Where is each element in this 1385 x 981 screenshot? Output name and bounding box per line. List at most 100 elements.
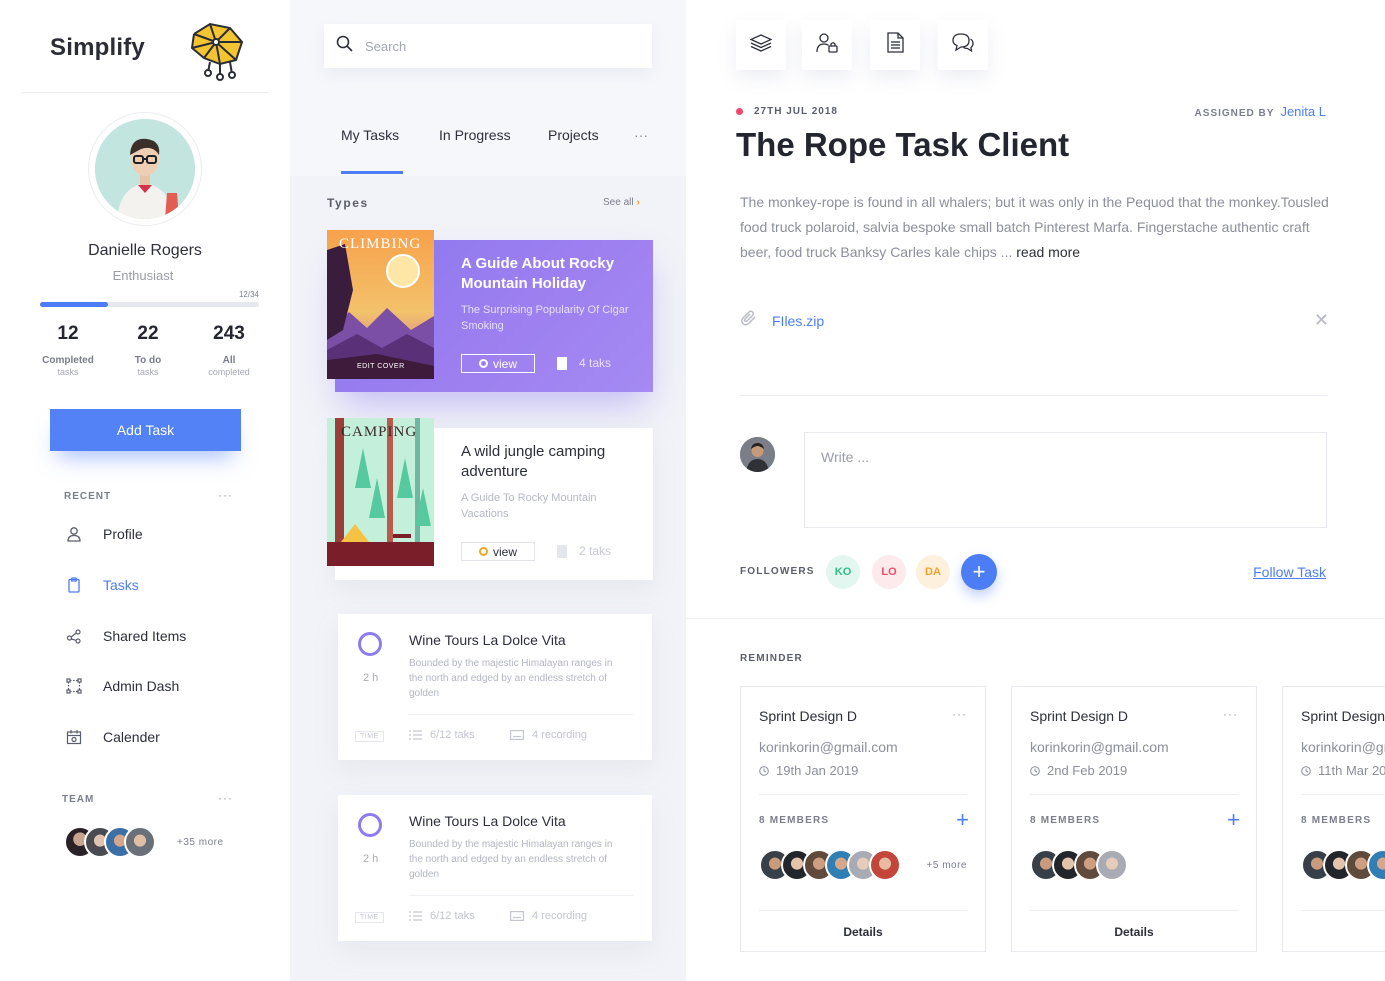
stat-value: 22 <box>137 323 159 344</box>
sidebar-item-shared-items[interactable]: Shared Items <box>62 621 262 651</box>
view-button[interactable]: view <box>461 354 535 373</box>
attachment-name: FIles.zip <box>772 312 825 329</box>
sidebar-item-label: Tasks <box>103 577 139 593</box>
profile-avatar[interactable] <box>88 112 202 226</box>
details-button[interactable]: Details <box>741 925 985 939</box>
view-ring-icon <box>478 547 488 556</box>
task-date: 27TH JUL 2018 <box>736 106 838 117</box>
user-lock-button[interactable] <box>802 20 852 70</box>
card-divider <box>1301 794 1385 795</box>
sidebar-item-tasks[interactable]: Tasks <box>62 570 262 600</box>
stat-todo: 22 To do tasks <box>108 323 188 377</box>
task-hours: 2 h <box>363 853 379 865</box>
team-more[interactable]: +35 more <box>177 837 224 848</box>
avatar <box>1096 849 1128 881</box>
follower-chip[interactable]: KO <box>826 555 860 589</box>
task-card[interactable]: 2 h Wine Tours La Dolce Vita Bounded by … <box>338 614 652 760</box>
search-icon <box>336 35 353 57</box>
member-avatars[interactable] <box>759 849 901 881</box>
comment-box <box>804 432 1327 528</box>
avatar <box>95 119 195 219</box>
sidebar-item-admin-dash[interactable]: Admin Dash <box>62 671 262 701</box>
tab-in-progress[interactable]: In Progress <box>439 127 511 143</box>
followers-label: FOLLOWERS <box>740 566 815 577</box>
assignee-link[interactable]: Jenita L <box>1280 104 1326 119</box>
team-more-icon[interactable]: ··· <box>218 791 233 805</box>
recent-more-icon[interactable]: ··· <box>218 488 233 502</box>
task-status-circle[interactable] <box>358 632 382 656</box>
tab-projects[interactable]: Projects <box>548 127 599 143</box>
type-card-camping[interactable]: CAMPING A wild jungle camping adventure … <box>327 418 653 580</box>
stat-value: 243 <box>213 323 245 344</box>
follower-chip[interactable]: DA <box>916 555 950 589</box>
time-tag: TIME <box>355 731 384 742</box>
member-avatars[interactable] <box>1030 849 1128 881</box>
sidebar-item-calender[interactable]: Calender <box>62 722 262 752</box>
comment-input[interactable] <box>805 433 1326 527</box>
type-card-featured[interactable]: CLIMBING EDIT COVER A Guide About Rocky … <box>327 230 653 392</box>
card-title: A Guide About Rocky Mountain Holiday <box>461 255 615 292</box>
task-title: Wine Tours La Dolce Vita <box>409 813 566 829</box>
task-title: Wine Tours La Dolce Vita <box>409 632 566 648</box>
see-all-link[interactable]: See all › <box>603 197 640 208</box>
reminder-email: korinkorin@gmail.com <box>1301 739 1385 755</box>
chevron-right-icon: › <box>636 197 640 208</box>
search-input[interactable] <box>365 38 625 54</box>
user-icon <box>62 522 86 546</box>
add-member-button[interactable]: + <box>1227 807 1240 833</box>
members-label: 8 MEMBERS <box>1301 815 1372 826</box>
task-divider <box>409 714 633 715</box>
types-title: Types <box>327 196 369 210</box>
more-icon[interactable]: ··· <box>1223 707 1238 721</box>
card-subtitle: The Surprising Popularity Of Cigar Smoki… <box>461 304 629 332</box>
tab-more[interactable]: ··· <box>634 127 648 143</box>
reminder-date-text: 19th Jan 2019 <box>776 763 859 778</box>
reminder-card: Sprint Design D ··· korinkorin@gmail.com… <box>740 686 986 952</box>
add-follower-button[interactable]: + <box>961 554 997 590</box>
stat-sub: completed <box>208 367 250 377</box>
search-bar[interactable] <box>324 24 652 68</box>
task-status-circle[interactable] <box>358 813 382 837</box>
follow-task-link[interactable]: Follow Task <box>1253 564 1326 580</box>
task-description: The monkey-rope is found in all whalers;… <box>740 190 1330 265</box>
clock-icon <box>759 765 769 776</box>
cover-title: CLIMBING <box>339 236 422 252</box>
more-icon[interactable]: ··· <box>952 707 967 721</box>
attachment[interactable]: FIles.zip <box>740 310 824 331</box>
list-icon <box>409 911 422 921</box>
date-text: 27TH JUL 2018 <box>754 106 838 117</box>
reminder-label: REMINDER <box>740 653 803 664</box>
task-recordings: 4 recording <box>510 729 587 741</box>
brand-logo <box>190 22 244 81</box>
add-member-button[interactable]: + <box>956 807 969 833</box>
add-task-button[interactable]: Add Task <box>50 409 241 451</box>
brand-name: Simplify <box>50 34 145 61</box>
tab-my-tasks[interactable]: My Tasks <box>341 127 399 143</box>
task-divider <box>409 895 633 896</box>
members-more[interactable]: +5 more <box>927 860 967 871</box>
date-dot-icon <box>736 108 743 115</box>
cover-climbing: CLIMBING EDIT COVER <box>327 230 434 379</box>
avatar <box>124 826 156 858</box>
stat-label: To do <box>134 355 162 366</box>
see-all-label: See all <box>603 197 634 208</box>
close-icon[interactable]: ✕ <box>1314 310 1329 331</box>
edit-cover-label[interactable]: EDIT COVER <box>357 363 405 370</box>
follower-chip[interactable]: LO <box>872 555 906 589</box>
card-subtitle: A Guide To Rocky Mountain Vacations <box>461 492 597 520</box>
sidebar: Simplify Danielle Rogers Enthusiast 12/3… <box>0 0 290 981</box>
task-desc: Bounded by the majestic Himalayan ranges… <box>409 658 613 699</box>
view-button[interactable]: view <box>461 542 535 561</box>
member-avatars[interactable] <box>1301 849 1385 881</box>
document-button[interactable] <box>870 20 920 70</box>
task-card[interactable]: 2 h Wine Tours La Dolce Vita Bounded by … <box>338 795 652 941</box>
read-more-link[interactable]: read more <box>1016 244 1080 260</box>
recording-count: 4 recording <box>532 910 588 922</box>
task-tabs: My Tasks In Progress Projects ··· <box>290 98 686 176</box>
chat-button[interactable] <box>938 20 988 70</box>
layers-button[interactable] <box>736 20 786 70</box>
team-avatars[interactable] <box>64 826 156 858</box>
share-icon <box>62 624 86 648</box>
details-button[interactable]: Details <box>1012 925 1256 939</box>
sidebar-item-profile[interactable]: Profile <box>62 519 262 549</box>
